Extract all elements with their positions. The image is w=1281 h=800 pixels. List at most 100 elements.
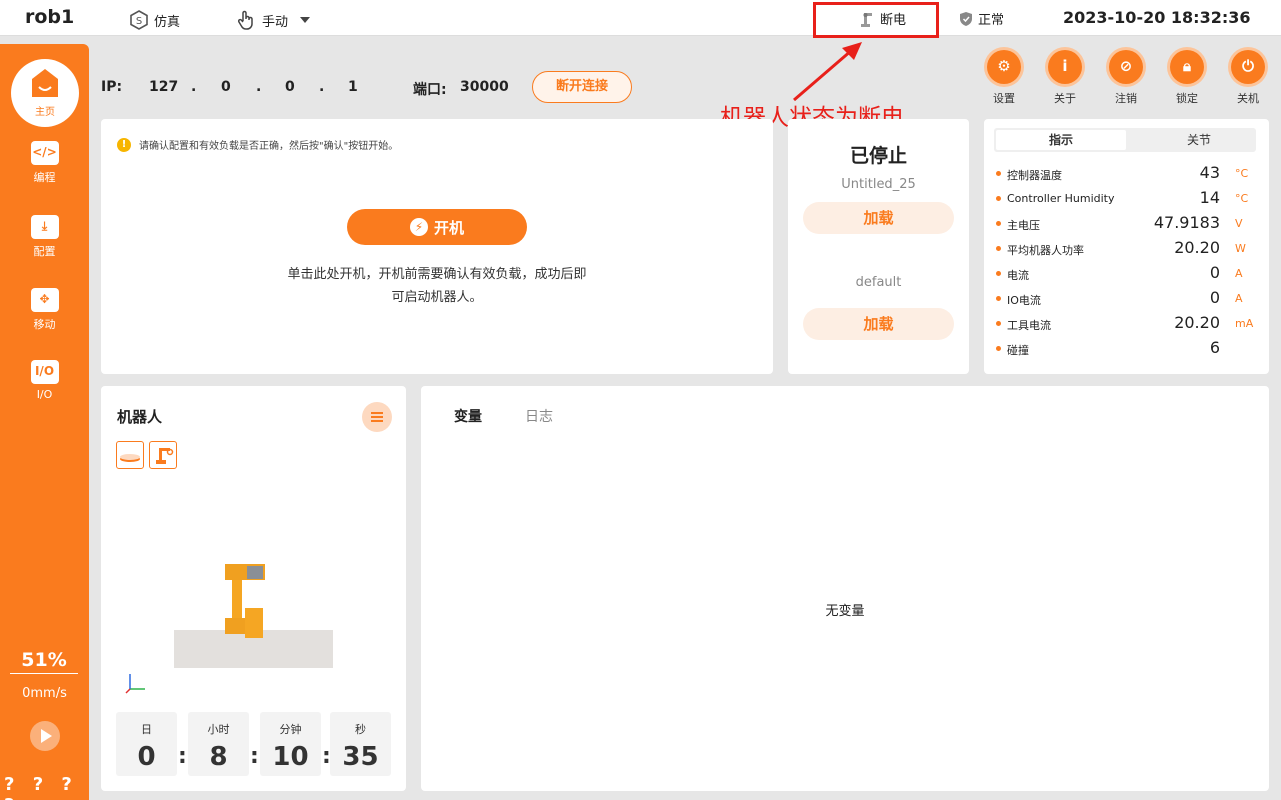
timer-separator: : — [250, 744, 259, 769]
settings-button[interactable]: ⚙ 设置 — [979, 50, 1029, 106]
power-on-description: 单击此处开机，开机前需要确认有效负载，成功后即可启动机器人。 — [287, 267, 587, 305]
sidebar: 主页 </> 编程 ⤓ 配置 ✥ 移动 I/O I/O 51% 0mm/s ? … — [0, 44, 89, 800]
timer-label: 日 — [141, 723, 152, 736]
timer-value: 8 — [209, 742, 228, 772]
view-robot-button[interactable] — [149, 441, 177, 469]
bullet-dot — [996, 171, 1001, 176]
load-config-button[interactable]: 加载 — [803, 308, 954, 340]
power-state-highlight — [813, 2, 939, 38]
indicator-value: 0 — [1209, 263, 1220, 282]
shutdown-button[interactable]: ⏻ 关机 — [1223, 50, 1273, 106]
tab-indicators[interactable]: 指示 — [996, 130, 1126, 150]
info-icon: i — [1048, 50, 1082, 84]
sidebar-item-label: 主页 — [35, 107, 55, 118]
hint: ! 请确认配置和有效负载是否正确，然后按"确认"按钮开始。 — [117, 137, 398, 152]
sidebar-item-io[interactable]: I/O I/O — [0, 360, 89, 401]
robot-panel-title: 机器人 — [117, 408, 163, 426]
config-icon: ⤓ — [30, 215, 59, 239]
info-icon: ! — [117, 137, 131, 152]
safety-status-label: 正常 — [978, 13, 1005, 28]
logout-button[interactable]: ⊘ 注销 — [1101, 50, 1151, 106]
robot-panel: 机器人 日 0 : 小时 8 : 分钟 10 : 秒 35 — [101, 386, 406, 791]
bullet-dot — [996, 321, 1001, 326]
bullet-dot — [996, 196, 1001, 201]
tool-label: 关机 — [1237, 92, 1259, 105]
program-name: Untitled_25 — [841, 177, 916, 192]
tab-log[interactable]: 日志 — [525, 406, 553, 426]
indicator-unit: °C — [1235, 167, 1249, 180]
indicator-tabs: 指示 关节 — [994, 128, 1256, 152]
bullet-dot — [996, 296, 1001, 301]
ip-label: IP: — [101, 79, 123, 95]
hint-text: 请确认配置和有效负载是否正确，然后按"确认"按钮开始。 — [139, 141, 399, 152]
indicator-label: Controller Humidity — [1007, 192, 1115, 205]
svg-text:S: S — [136, 16, 142, 27]
code-icon: </> — [30, 141, 59, 165]
indicator-row: 平均机器人功率 20.20 W — [996, 238, 1262, 259]
timer-label: 小时 — [207, 723, 230, 736]
tab-joints[interactable]: 关节 — [1134, 130, 1264, 150]
timer-value: 10 — [272, 742, 309, 772]
timer-value: 0 — [137, 742, 156, 772]
base-view-icon — [120, 454, 140, 462]
about-button[interactable]: i 关于 — [1040, 50, 1090, 106]
sidebar-item-config[interactable]: ⤓ 配置 — [0, 215, 89, 259]
lock-icon: 🔒︎ — [1170, 50, 1204, 84]
timer-minutes: 分钟 10 — [260, 712, 321, 776]
robot-arm-base — [245, 608, 263, 638]
logout-icon: ⊘ — [1109, 50, 1143, 84]
indicator-unit: mA — [1235, 317, 1254, 330]
datetime: 2023-10-20 18:32:36 — [1063, 8, 1251, 27]
sidebar-item-label: 移动 — [33, 318, 56, 331]
sidebar-item-program[interactable]: </> 编程 — [0, 141, 89, 185]
bullet-dot — [996, 246, 1001, 251]
timer-seconds: 秒 35 — [330, 712, 391, 776]
mode-dropdown[interactable]: 手动 — [236, 9, 312, 31]
view-base-button[interactable] — [116, 441, 144, 469]
help-marks[interactable]: ? ? ? ? — [4, 774, 89, 800]
simulation-icon: S — [130, 10, 148, 30]
speed-percent[interactable]: 51% — [10, 649, 78, 674]
timer-label: 秒 — [355, 723, 366, 736]
indicator-row: 工具电流 20.20 mA — [996, 313, 1262, 334]
bullet-dot — [996, 271, 1001, 276]
lock-button[interactable]: 🔒︎ 锁定 — [1162, 50, 1212, 106]
tool-label: 锁定 — [1176, 92, 1198, 105]
indicator-row: 电流 0 A — [996, 263, 1262, 284]
simulation-toggle[interactable]: S 仿真 — [128, 9, 180, 31]
sidebar-item-label: 配置 — [33, 245, 56, 258]
indicator-row: IO电流 0 A — [996, 288, 1262, 309]
safety-status[interactable]: 正常 — [958, 9, 1004, 28]
ip-octet: 1 — [348, 79, 358, 95]
indicator-unit: A — [1235, 267, 1243, 280]
robot-arm-joint — [247, 566, 263, 579]
disconnect-button[interactable]: 断开连接 — [532, 71, 632, 103]
tab-variables[interactable]: 变量 — [444, 406, 492, 428]
simulation-label: 仿真 — [154, 14, 181, 30]
bolt-icon: ⚡︎ — [409, 218, 428, 236]
gear-icon: ⚙ — [987, 50, 1021, 84]
indicator-value: 20.20 — [1174, 313, 1220, 332]
sidebar-item-move[interactable]: ✥ 移动 — [0, 288, 89, 332]
indicator-row: 碰撞 6 — [996, 338, 1262, 359]
chevron-down-icon — [300, 17, 311, 23]
power-icon: ⏻ — [1231, 50, 1265, 84]
port-value: 30000 — [460, 79, 509, 95]
sidebar-item-home[interactable]: 主页 — [11, 59, 79, 127]
list-button[interactable] — [362, 402, 392, 432]
play-button[interactable] — [30, 721, 60, 751]
timer-separator: : — [178, 744, 187, 769]
indicator-label: 平均机器人功率 — [1007, 244, 1084, 257]
tool-label: 设置 — [993, 92, 1015, 105]
load-program-button[interactable]: 加载 — [803, 202, 954, 234]
empty-variables-text: 无变量 — [825, 604, 865, 619]
indicator-row: 控制器温度 43 °C — [996, 163, 1262, 184]
indicator-unit: A — [1235, 292, 1243, 305]
indicator-row: Controller Humidity 14 °C — [996, 188, 1262, 209]
power-on-button[interactable]: ⚡︎ 开机 — [347, 209, 527, 245]
io-icon: I/O — [30, 360, 59, 384]
indicator-label: 工具电流 — [1007, 319, 1051, 332]
timer-days: 日 0 — [116, 712, 177, 776]
home-icon — [32, 69, 58, 97]
indicator-row: 主电压 47.9183 V — [996, 213, 1262, 234]
